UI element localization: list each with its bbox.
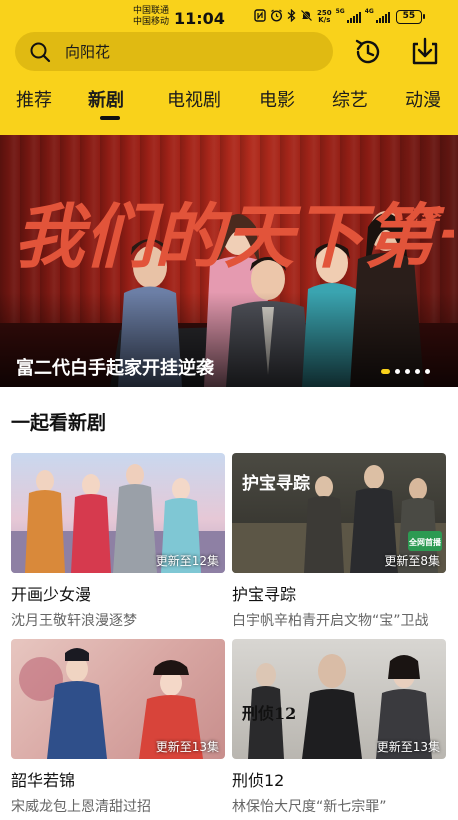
drama-card[interactable]: 更新至12集 开画少女漫 沈月王敬轩浪漫逐梦 (11, 453, 225, 630)
pagination-dot[interactable] (415, 369, 420, 374)
pagination-dot[interactable] (425, 369, 430, 374)
banner-poster-logo: 我们的天下第一 2季 (14, 183, 458, 287)
drama-title[interactable]: 护宝寻踪 (232, 581, 446, 605)
bluetooth-icon (287, 8, 296, 25)
active-tab-indicator (100, 116, 120, 120)
drama-description: 宋威龙包上恩清甜过招 (11, 799, 151, 815)
pagination-dot-active[interactable] (381, 369, 390, 374)
episode-count: 更新至8集 (384, 554, 440, 568)
download-button[interactable] (409, 36, 441, 68)
banner-poster-title: 我们的天下第一 (14, 195, 454, 278)
hero-banner[interactable]: 我们的天下第一 2季 富二代白手起家开挂逆袭 (0, 135, 458, 387)
tab-recommended[interactable]: 推荐 (16, 86, 52, 112)
episode-count: 更新至13集 (376, 740, 440, 754)
search-bar[interactable]: 向阳花 (15, 32, 333, 71)
drama-description: 沈月王敬轩浪漫逐梦 (11, 613, 137, 629)
alarm-icon (270, 9, 283, 25)
drama-description: 白宇帆辛柏青开启文物“宝”卫战 (232, 613, 429, 629)
drama-thumbnail[interactable]: 更新至12集 (11, 453, 225, 573)
network-type-label: 4G (364, 7, 374, 15)
drama-description: 林保怡大尺度“新七宗罪” (232, 799, 387, 815)
mute-icon (300, 9, 313, 25)
drama-poster-title: 刑侦12 (242, 704, 296, 723)
drama-poster-title: 护宝寻踪 (242, 473, 310, 494)
tab-anime[interactable]: 动漫 (405, 86, 441, 112)
network-type-label: 5G (335, 7, 345, 15)
tab-new-dramas[interactable]: 新剧 (88, 86, 124, 112)
search-input[interactable]: 向阳花 (65, 41, 110, 62)
drama-title[interactable]: 开画少女漫 (11, 581, 225, 605)
tab-tv-series[interactable]: 电视剧 (167, 86, 221, 112)
tab-variety[interactable]: 综艺 (332, 86, 368, 112)
system-icons: 250 K/s 5G 4G 55 (254, 7, 425, 25)
status-time: 11:04 (174, 9, 225, 28)
battery-indicator: 55 (395, 10, 425, 24)
episode-count: 更新至13集 (155, 740, 219, 754)
pagination-dot[interactable] (395, 369, 400, 374)
download-icon (409, 37, 441, 72)
drama-card[interactable]: 护宝寻踪 全网首播 更新至8集 护宝寻踪 白宇帆辛柏青开启文物“宝”卫战 (232, 453, 446, 630)
net-speed-unit: K/s (318, 16, 331, 24)
tab-movies[interactable]: 电影 (259, 86, 295, 112)
drama-thumbnail[interactable]: 刑侦12 更新至13集 (232, 639, 446, 759)
status-bar: 中国联通 中国移动 11:04 250 K/s 5G 4G 55 (0, 0, 458, 34)
drama-card[interactable]: 更新至13集 韶华若锦 宋威龙包上恩清甜过招 (11, 639, 225, 816)
search-icon (29, 41, 51, 63)
drama-thumbnail[interactable]: 更新至13集 (11, 639, 225, 759)
banner-caption: 富二代白手起家开挂逆袭 (16, 358, 214, 379)
nfc-icon (254, 9, 266, 25)
section-title: 一起看新剧 (11, 412, 107, 434)
history-button[interactable] (352, 36, 384, 68)
premiere-badge-label: 全网首播 (408, 537, 442, 547)
drama-card[interactable]: 刑侦12 更新至13集 刑侦12 林保怡大尺度“新七宗罪” (232, 639, 446, 816)
pagination-dot[interactable] (405, 369, 410, 374)
episode-count: 更新至12集 (155, 554, 219, 568)
carrier-label: 中国移动 (133, 17, 170, 27)
drama-thumbnail[interactable]: 护宝寻踪 全网首播 更新至8集 (232, 453, 446, 573)
signal-strength-icon (346, 11, 361, 23)
category-tabs: 推荐 新剧 电视剧 电影 综艺 动漫 (0, 86, 458, 126)
banner-poster-subtitle: 2季 (405, 204, 443, 228)
signal-strength-icon (375, 11, 390, 23)
drama-title[interactable]: 韶华若锦 (11, 767, 225, 791)
net-speed: 250 K/s (317, 10, 332, 24)
drama-title[interactable]: 刑侦12 (232, 767, 446, 791)
carrier-info: 中国联通 中国移动 (133, 6, 169, 28)
banner-pagination (381, 369, 430, 374)
carrier-label: 中国联通 (133, 6, 170, 16)
history-icon (352, 39, 384, 72)
